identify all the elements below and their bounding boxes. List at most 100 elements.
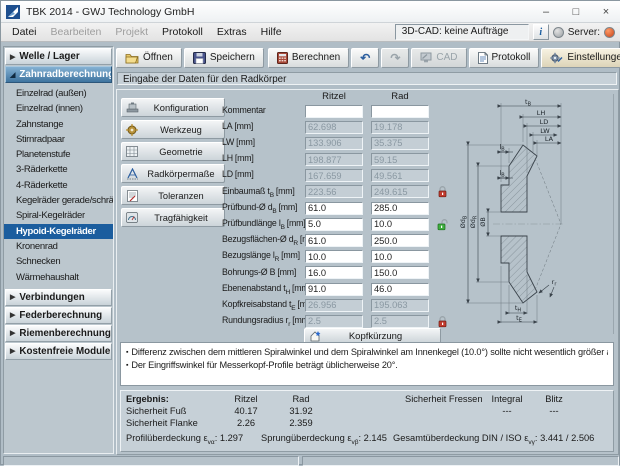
toleranzen-icon [124,190,140,202]
bezugslaenge-rad-input[interactable] [371,250,429,263]
calculate-button[interactable]: Berechnen [268,48,349,68]
sidebar-section-label: Welle / Lager [19,51,79,62]
sidebar-section-kostenfreie-module[interactable]: ▶ Kostenfreie Module [5,343,112,360]
lock-slot [437,137,451,150]
sidebar-item-kegelraeder[interactable]: Kegelräder gerade/schräg [4,193,113,208]
geometrie-grid-icon [124,146,140,157]
maximize-button[interactable]: □ [561,1,591,22]
bezugsflaechen-d-rad-input[interactable] [371,234,429,247]
calculator-icon [277,52,288,64]
open-button[interactable]: Öffnen [116,48,182,68]
konfiguration-label: Konfiguration [140,103,222,113]
pruefbund-d-ritzel-input[interactable] [305,202,363,215]
kommentar-rad-input[interactable] [371,105,429,118]
sidebar-section-riemenberechnung[interactable]: ▶ Riemenberechnung [5,325,112,342]
dim-label-B: ØB [479,217,487,227]
save-button-label: Speichern [210,52,255,63]
sidebar-section-federberechnung[interactable]: ▶ Federberechnung [5,307,112,324]
sidebar-item-hypoid-kegelraeder[interactable]: Hypoid-Kegelräder [4,224,113,239]
sidebar-item-spiral-kegelraeder[interactable]: Spiral-Kegelräder [4,208,113,223]
ebenenabstand-rad-input[interactable] [371,283,429,296]
pruefbund-d-rad-input[interactable] [371,202,429,215]
dim-label-dR: ØdR [469,215,479,228]
bohrungs-d-ritzel-input[interactable] [305,266,363,279]
dim-label-LH: LH [537,109,546,117]
field-label: Rundungsradius rr[mm] [222,315,305,328]
menu-protokoll[interactable]: Protokoll [155,25,210,39]
menu-datei[interactable]: Datei [5,25,44,39]
menu-hilfe[interactable]: Hilfe [254,25,289,39]
geometrie-button[interactable]: Geometrie [121,142,225,161]
toleranzen-label: Toleranzen [140,191,222,201]
lock-closed-icon[interactable] [437,315,448,328]
redo-button: ↷ [381,48,409,68]
sidebar-item-einzelrad-innen[interactable]: Einzelrad (innen) [4,101,113,116]
lock-slot [437,283,451,296]
ebenenabstand-ritzel-input[interactable] [305,283,363,296]
navigation-sidebar: ▶ Welle / Lager ◢ Zahnradberechnung Einz… [3,46,114,454]
sidebar-section-zahnradberechnung[interactable]: ◢ Zahnradberechnung [5,66,112,83]
konfiguration-icon [124,102,140,113]
lock-slot [437,105,451,118]
window-title: TBK 2014 - GWJ Technology GmbH [26,6,531,18]
radkoerpermasse-button[interactable]: Radkörpermaße [121,164,225,183]
pruefbundlaenge-rad-input[interactable] [371,218,429,231]
bezugsflaechen-d-ritzel-input[interactable] [305,234,363,247]
bohrungs-d-rad-input[interactable] [371,266,429,279]
sidebar-section-label: Verbindungen [19,292,84,303]
title-bar: TBK 2014 - GWJ Technology GmbH – □ × [1,1,620,23]
save-button[interactable]: Speichern [184,48,264,68]
minimize-button[interactable]: – [531,1,561,22]
form-row-einbaumass: Einbaumaß tB[mm] [222,185,454,199]
bevel-gear-drawing: tB LH LD LW LA lB lB ØdB ØdR ØB tH tE rr [453,94,565,326]
sidebar-item-stirnradpaar[interactable]: Stirnradpaar [4,132,113,147]
geometrie-label: Geometrie [140,147,222,157]
settings-button[interactable]: Einstellungen [541,48,620,68]
bezugslaenge-ritzel-input[interactable] [305,250,363,263]
menu-extras[interactable]: Extras [210,25,254,39]
lock-open-icon[interactable] [437,218,449,231]
sidebar-item-zahnstange[interactable]: Zahnstange [4,117,113,132]
sidebar-item-4-raederkette[interactable]: 4-Räderkette [4,178,113,193]
sidebar-section-verbindungen[interactable]: ▶ Verbindungen [5,289,112,306]
close-button[interactable]: × [591,1,620,22]
sidebar-item-waermehaushalt[interactable]: Wärmehaushalt [4,270,113,285]
kopfkuerzung-icon [305,330,325,343]
lw-rad-input [371,137,429,150]
sidebar-item-planetenstufe[interactable]: Planetenstufe [4,147,113,162]
sidebar-item-3-raederkette[interactable]: 3-Räderkette [4,162,113,177]
protocol-button[interactable]: Protokoll [469,48,540,68]
kommentar-ritzel-input[interactable] [305,105,363,118]
lock-closed-icon[interactable] [437,185,448,198]
result-value: 31.92 [269,406,333,416]
lh-rad-input [371,153,429,166]
results-col-rad: Rad [269,394,333,404]
undo-button[interactable]: ↶ [351,48,379,68]
werkzeug-button[interactable]: Werkzeug [121,120,225,139]
ld-ritzel-input [305,169,363,182]
results-col-ritzel: Ritzel [223,394,269,404]
sidebar-section-welle-lager[interactable]: ▶ Welle / Lager [5,48,112,65]
results-col-integral: Integral [483,394,531,404]
la-ritzel-input [305,121,363,134]
gear-section-lower [501,236,537,303]
sidebar-item-einzelrad-aussen[interactable]: Einzelrad (außen) [4,86,113,101]
result-value: 2.359 [269,418,333,428]
pruefbundlaenge-ritzel-input[interactable] [305,218,363,231]
toleranzen-button[interactable]: Toleranzen [121,186,225,205]
la-rad-input [371,121,429,134]
rundungsradius-rad-input [371,315,429,328]
info-button[interactable]: i [533,24,549,40]
result-value [531,418,577,428]
sidebar-section-label: Riemenberechnung [19,328,110,339]
dim-label-lB-2: lB [499,169,505,179]
sidebar-item-schnecken[interactable]: Schnecken [4,254,113,269]
lock-slot [437,121,451,134]
tragfaehigkeit-button[interactable]: Tragfähigkeit [121,208,225,227]
results-grid: Ergebnis: Ritzel Rad Sicherheit Fressen … [121,394,613,428]
sidebar-item-kronenrad[interactable]: Kronenrad [4,239,113,254]
application-window: { "window": { "title": "TBK 2014 - GWJ T… [0,0,620,465]
konfiguration-button[interactable]: Konfiguration [121,98,225,117]
profil-overlap-metric: Profilüberdeckung εvα: 1.297 [126,433,243,446]
results-col-blitz: Blitz [531,394,577,404]
